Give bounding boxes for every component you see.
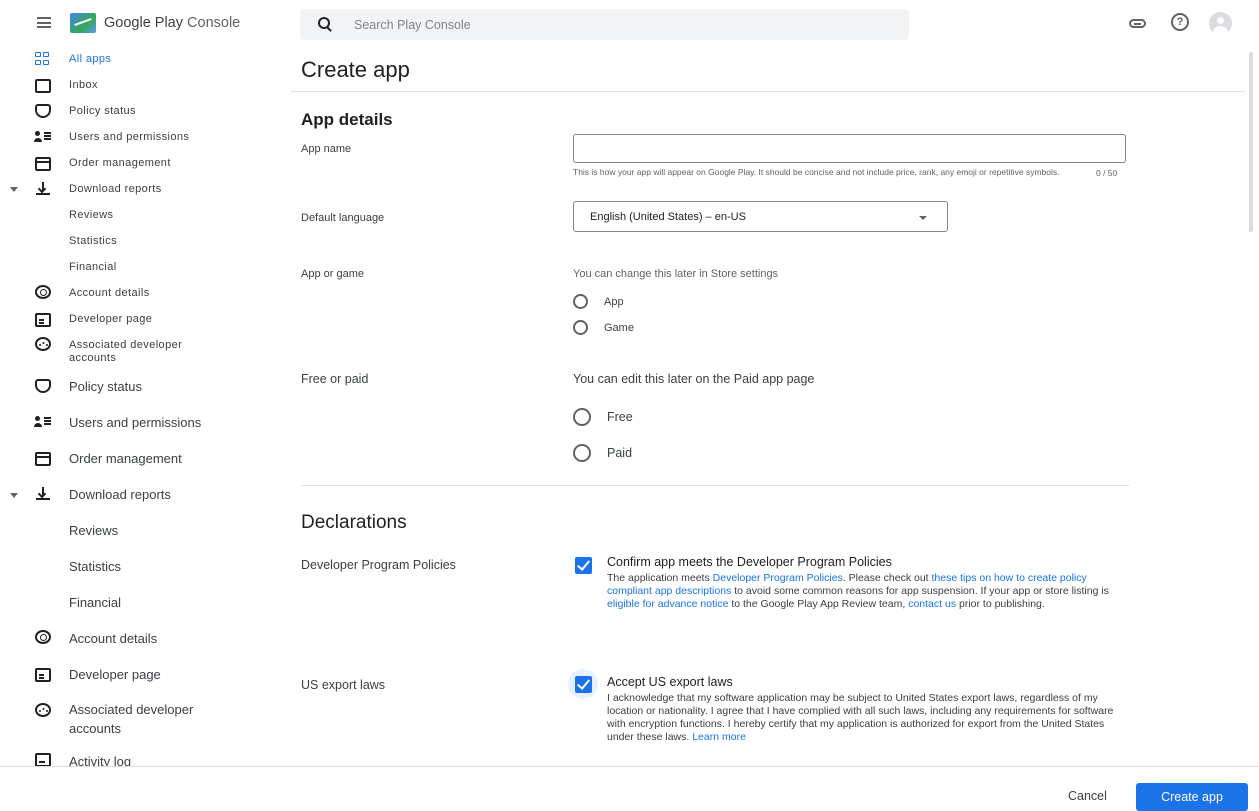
- export-laws-title: Accept US export laws: [607, 675, 733, 689]
- policies-declaration-title: Confirm app meets the Developer Program …: [607, 555, 892, 569]
- policies-declaration-text: The application meets Developer Program …: [607, 572, 1132, 611]
- footer-action-bar: Cancel Create app: [0, 766, 1259, 811]
- associated-accounts-icon: [35, 337, 51, 351]
- people-icon: [34, 415, 51, 429]
- policies-checkbox[interactable]: [568, 550, 598, 580]
- shield-icon: [35, 379, 51, 393]
- card-icon: [35, 452, 51, 466]
- policies-text-3: to avoid some common reasons for app sus…: [731, 585, 1109, 597]
- app-name-helper-text: This is how your app will appear on Goog…: [573, 167, 1060, 177]
- export-laws-declaration: Accept US export laws I acknowledge that…: [607, 675, 1132, 744]
- policies-text-5: prior to publishing.: [956, 598, 1045, 610]
- chevron-down-icon: [919, 216, 927, 220]
- checkbox-checked-icon: [574, 675, 592, 693]
- activity-log-icon: [35, 753, 51, 766]
- developer-page-icon: [35, 668, 51, 682]
- export-laws-text-block: I acknowledge that my software applicati…: [607, 692, 1132, 744]
- sidebar: All apps Inbox Policy status Users and p…: [0, 48, 290, 766]
- account-icon: [35, 630, 51, 644]
- link-learn-more[interactable]: Learn more: [692, 731, 746, 743]
- radio-option-app[interactable]: App: [573, 294, 624, 309]
- checkbox-checked-icon: [574, 556, 592, 574]
- associated-accounts-icon: [35, 703, 51, 717]
- help-icon[interactable]: ?: [1171, 13, 1189, 31]
- default-language-label: Default language: [301, 212, 385, 224]
- menu-icon[interactable]: [37, 17, 51, 28]
- link-contact-us[interactable]: contact us: [908, 598, 956, 610]
- app-name-char-counter: 0 / 50: [1096, 168, 1118, 178]
- cancel-button[interactable]: Cancel: [1068, 789, 1107, 803]
- inbox-icon: [35, 79, 51, 93]
- developer-program-policies-label: Developer Program Policies: [301, 558, 456, 572]
- expand-caret-icon[interactable]: [10, 493, 18, 498]
- app-or-game-hint: You can change this later in Store setti…: [573, 268, 779, 280]
- radio-label-game: Game: [604, 321, 634, 334]
- link-developer-program-policies[interactable]: Developer Program Policies: [713, 572, 843, 584]
- radio-option-free[interactable]: Free: [573, 408, 633, 426]
- radio-button-paid[interactable]: [573, 444, 591, 462]
- download-icon: [35, 487, 51, 501]
- app-name-input[interactable]: [573, 134, 1126, 163]
- shield-icon: [35, 104, 51, 118]
- radio-button-app[interactable]: [573, 294, 588, 309]
- search-input[interactable]: [354, 17, 854, 32]
- avatar[interactable]: [1209, 12, 1232, 35]
- search-bar[interactable]: [300, 9, 909, 40]
- policies-declaration: Confirm app meets the Developer Program …: [607, 555, 1132, 611]
- title-divider: [290, 91, 1245, 92]
- link-advance-notice[interactable]: eligible for advance notice: [607, 598, 728, 610]
- developer-page-icon: [35, 313, 51, 327]
- page-title: Create app: [301, 57, 410, 82]
- app-details-heading: App details: [301, 110, 393, 129]
- account-icon: [35, 285, 51, 299]
- radio-label-app: App: [604, 295, 624, 308]
- radio-button-game[interactable]: [573, 320, 588, 335]
- search-icon: [318, 16, 334, 33]
- free-or-paid-label: Free or paid: [301, 372, 369, 386]
- play-console-logo[interactable]: Google Play Console: [70, 13, 240, 33]
- export-laws-text: I acknowledge that my software applicati…: [607, 692, 1114, 743]
- create-app-button[interactable]: Create app: [1136, 783, 1248, 811]
- card-icon: [35, 157, 51, 171]
- section-divider: [301, 485, 1129, 486]
- scrollbar[interactable]: [1249, 52, 1253, 232]
- export-laws-checkbox[interactable]: [568, 669, 598, 699]
- people-icon: [34, 130, 51, 144]
- radio-label-free: Free: [607, 410, 633, 424]
- policies-text-2: . Please check out: [842, 572, 932, 584]
- default-language-select[interactable]: English (United States) – en-US: [573, 201, 948, 232]
- us-export-laws-label: US export laws: [301, 678, 386, 692]
- main-content: Create app App details App name This is …: [290, 48, 1245, 766]
- download-icon: [35, 182, 51, 196]
- policies-text-4: to the Google Play App Review team,: [728, 598, 909, 610]
- all-apps-icon: [35, 52, 51, 66]
- declarations-heading: Declarations: [301, 512, 407, 533]
- policies-text-1: The application meets: [607, 572, 713, 584]
- free-or-paid-hint: You can edit this later on the Paid app …: [573, 372, 815, 386]
- app-name-label: App name: [301, 143, 352, 155]
- top-app-bar: Google Play Console ?: [0, 0, 1259, 48]
- radio-button-free[interactable]: [573, 408, 591, 426]
- radio-option-paid[interactable]: Paid: [573, 444, 632, 462]
- link-icon[interactable]: [1129, 19, 1146, 28]
- logo-text: Google Play Console: [104, 15, 241, 31]
- radio-option-game[interactable]: Game: [573, 320, 634, 335]
- default-language-value: English (United States) – en-US: [590, 210, 746, 223]
- radio-label-paid: Paid: [607, 446, 633, 460]
- play-console-logo-icon: [70, 13, 96, 33]
- expand-caret-icon[interactable]: [10, 187, 18, 192]
- app-or-game-label: App or game: [301, 268, 364, 280]
